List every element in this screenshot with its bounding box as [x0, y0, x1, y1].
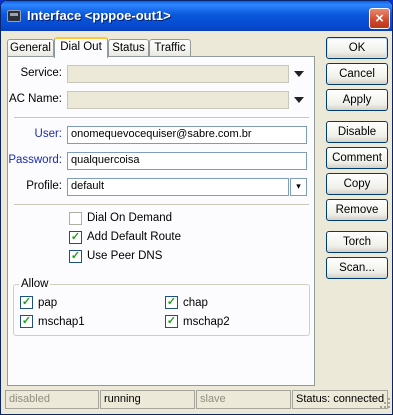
- separator: [14, 117, 309, 119]
- ac-name-label: AC Name:: [8, 93, 62, 105]
- status-running: running: [100, 390, 195, 409]
- service-dropdown-icon[interactable]: [294, 71, 304, 77]
- profile-select[interactable]: default: [67, 178, 289, 196]
- use-peer-dns-checkbox[interactable]: ✓: [69, 250, 82, 263]
- password-input[interactable]: qualquercoisa: [67, 152, 307, 170]
- ok-button[interactable]: OK: [326, 37, 388, 59]
- cancel-button[interactable]: Cancel: [326, 63, 388, 85]
- dial-on-demand-label: Dial On Demand: [87, 212, 173, 224]
- tab-traffic[interactable]: Traffic: [149, 39, 191, 57]
- title-bar[interactable]: Interface <pppoe-out1> ×: [1, 1, 392, 31]
- scan-button[interactable]: Scan...: [326, 257, 388, 279]
- window-title: Interface <pppoe-out1>: [27, 8, 171, 23]
- mschap1-checkbox[interactable]: ✓: [20, 315, 33, 328]
- close-button[interactable]: ×: [369, 8, 390, 29]
- mschap2-label: mschap2: [183, 316, 230, 328]
- status-connected: Status: connected: [292, 390, 388, 409]
- tab-general[interactable]: General: [7, 39, 54, 57]
- chevron-down-icon: ▾: [296, 181, 301, 191]
- use-peer-dns-label: Use Peer DNS: [87, 250, 163, 262]
- copy-button[interactable]: Copy: [326, 173, 388, 195]
- separator: [14, 204, 309, 206]
- apply-button[interactable]: Apply: [326, 89, 388, 111]
- pap-label: pap: [38, 297, 58, 309]
- dial-out-panel: Service: AC Name: User: onomequevocequis…: [7, 56, 315, 386]
- password-label: Password:: [8, 154, 62, 166]
- add-default-route-label: Add Default Route: [87, 231, 181, 243]
- service-label: Service:: [20, 67, 62, 79]
- interface-dialog: Interface <pppoe-out1> × General Dial Ou…: [0, 0, 393, 415]
- service-field[interactable]: [67, 65, 289, 83]
- dial-on-demand-checkbox[interactable]: [69, 212, 82, 225]
- disable-button[interactable]: Disable: [326, 121, 388, 143]
- allow-group: [13, 284, 310, 336]
- resize-grip-icon[interactable]: [379, 397, 391, 409]
- comment-button[interactable]: Comment: [326, 147, 388, 169]
- status-slave: slave: [196, 390, 291, 409]
- status-disabled: disabled: [5, 390, 99, 409]
- user-label: User:: [34, 128, 62, 140]
- chap-checkbox[interactable]: ✓: [165, 296, 178, 309]
- mschap2-checkbox[interactable]: ✓: [165, 315, 178, 328]
- mschap1-label: mschap1: [38, 316, 85, 328]
- pap-checkbox[interactable]: ✓: [20, 296, 33, 309]
- remove-button[interactable]: Remove: [326, 199, 388, 221]
- torch-button[interactable]: Torch: [326, 231, 388, 253]
- allow-group-title: Allow: [19, 278, 51, 290]
- window-icon: [7, 10, 21, 22]
- chap-label: chap: [183, 297, 208, 309]
- tab-dial-out[interactable]: Dial Out: [54, 37, 108, 58]
- user-input[interactable]: onomequevocequiser@sabre.com.br: [67, 126, 307, 144]
- ac-name-dropdown-icon[interactable]: [294, 97, 304, 103]
- profile-label: Profile:: [26, 180, 62, 192]
- profile-dropdown-button[interactable]: ▾: [290, 178, 307, 196]
- ac-name-field[interactable]: [67, 91, 289, 109]
- add-default-route-checkbox[interactable]: ✓: [69, 231, 82, 244]
- tab-status[interactable]: Status: [108, 39, 149, 57]
